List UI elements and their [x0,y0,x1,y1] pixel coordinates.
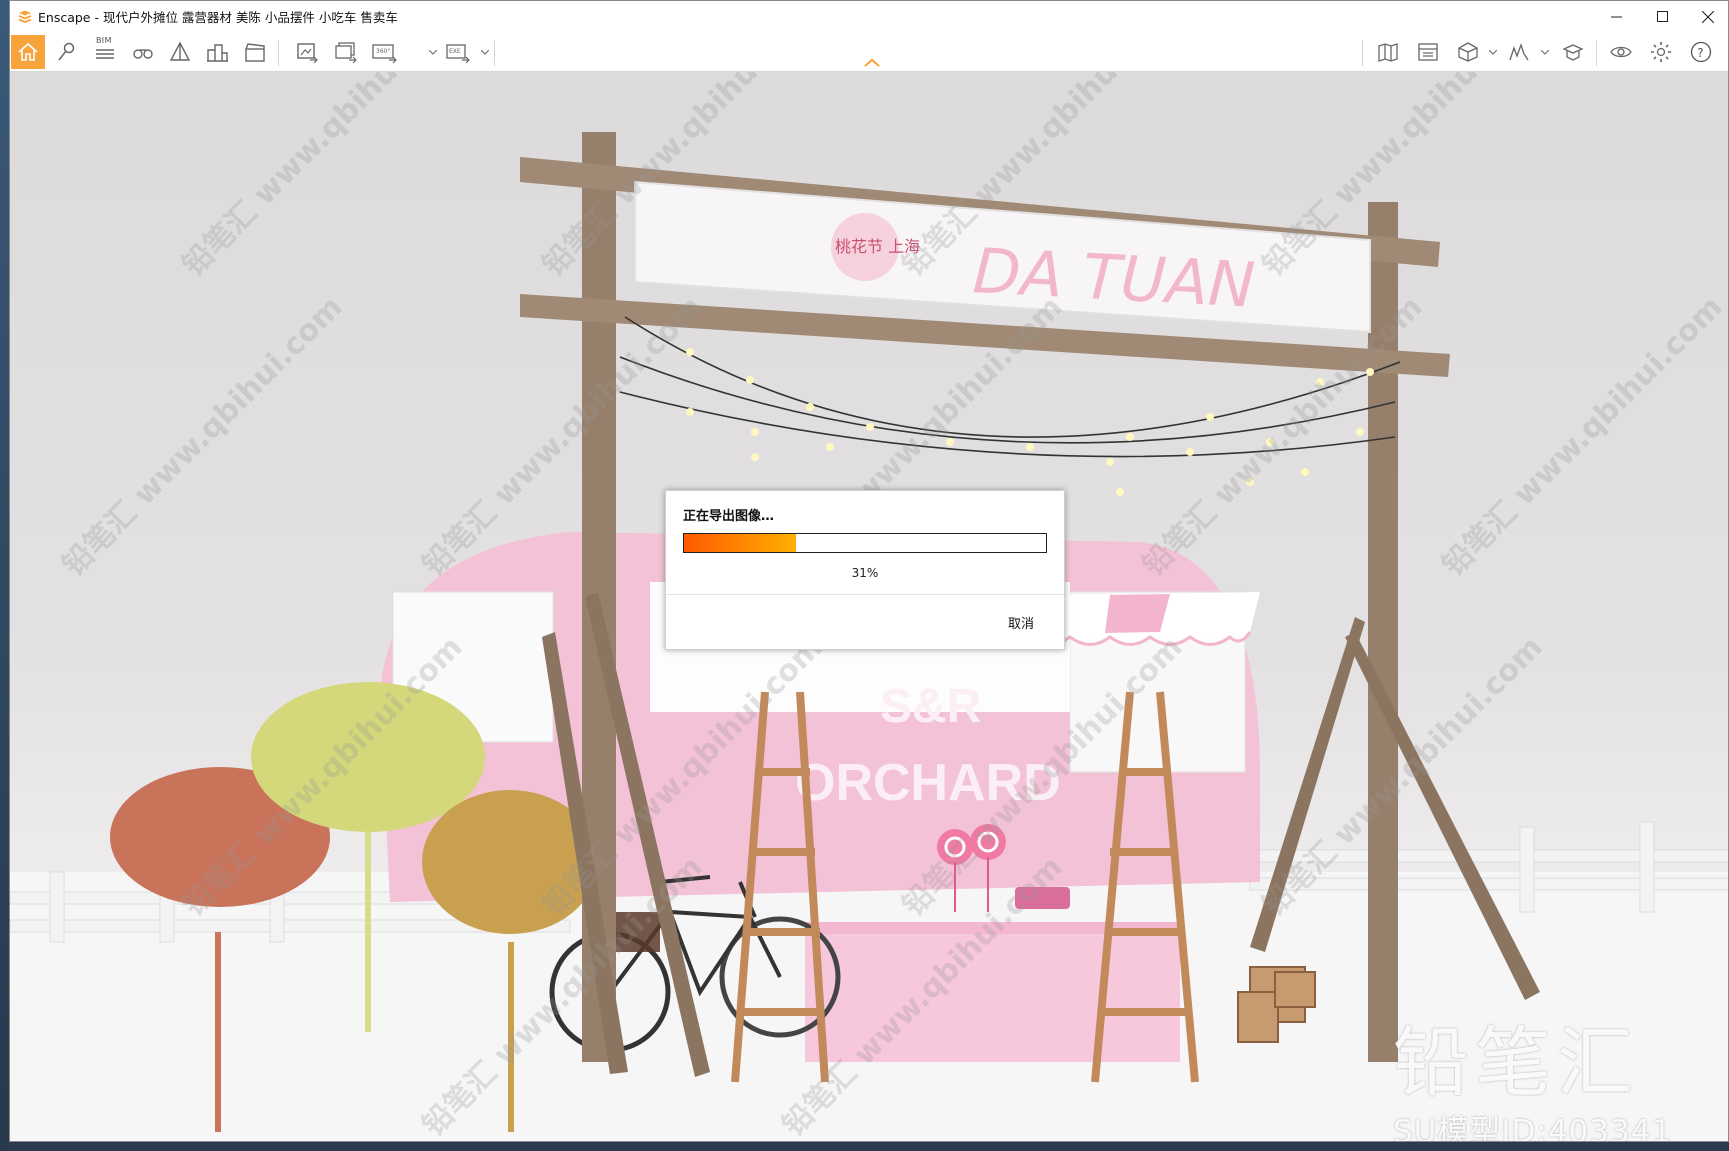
svg-text:360°: 360° [376,48,390,55]
bike-basket [615,912,660,952]
window-title: Enscape - 现代户外摊位 露营器材 美陈 小品摆件 小吃车 售卖车 [38,10,398,25]
toolbar-separator [494,40,495,66]
bim-button[interactable] [88,35,122,69]
location-pin-icon [58,42,75,61]
progress-percent-label: 31% [851,566,879,580]
chevron-down-icon [429,50,437,55]
collapse-toolbar-icon[interactable] [863,57,881,69]
minimize-icon [1610,16,1622,18]
render-viewport[interactable]: S&R ORCHARD 桃花节 上海 DA TUAN 铅笔汇 www.qbihu… [10,72,1728,1142]
panorama-export-button[interactable]: 360° [368,35,402,69]
chevron-down-icon [1489,50,1497,55]
pink-counter [805,922,1180,1062]
light-bulbs [686,348,1374,496]
progress-fill [684,534,797,552]
toolbar-separator [1362,40,1363,66]
settings-gear-icon [1651,42,1671,62]
panorama-360-icon: 360° [372,44,397,64]
settings-button[interactable] [1644,35,1678,69]
asset-library-button[interactable] [1411,35,1445,69]
camera-icon [1562,44,1584,61]
truck-text-2: ORCHARD [795,754,1061,812]
bim-list-icon [96,49,114,59]
export-image-button[interactable] [290,35,324,69]
brand-name: 铅笔汇 [1393,1018,1639,1107]
help-icon: ? [1690,41,1712,63]
cube-dropdown-caret[interactable] [1488,48,1498,58]
export-progress-bar [683,533,1047,553]
brand-watermark: 铅笔汇 SU模型ID:403341 [1393,1022,1693,1142]
help-button[interactable]: ? [1684,35,1718,69]
export-image-icon [297,43,318,64]
close-icon [1702,10,1714,23]
chevron-down-icon [481,50,489,55]
close-button[interactable] [1685,1,1728,32]
camera-button[interactable] [1556,35,1590,69]
perspective-icon [169,41,191,61]
maximize-icon [1656,11,1668,22]
desktop-background [0,0,9,1151]
map-icon [1378,43,1398,62]
atmosphere-button[interactable] [1502,35,1536,69]
atmosphere-icon [1509,43,1529,61]
sign-logo: 桃花节 上海 [835,237,920,256]
exe-export-button[interactable]: EXE [442,35,476,69]
exe-dropdown-caret[interactable] [480,48,490,58]
panorama-dropdown-caret[interactable] [428,48,438,58]
map-button[interactable] [1371,35,1405,69]
chevron-down-icon [1541,50,1549,55]
binoculars-button[interactable] [126,35,160,69]
enscape-window: Enscape - 现代户外摊位 露营器材 美陈 小品摆件 小吃车 售卖车 BI… [9,0,1729,1142]
home-button[interactable] [11,35,45,69]
model-id-text: SU模型ID:403341 [1393,1114,1673,1142]
title-bar: Enscape - 现代户外摊位 露营器材 美陈 小品摆件 小吃车 售卖车 [10,1,1728,32]
export-progress-dialog: 正在导出图像… 31% 取消 [665,490,1065,650]
cube-view-icon [1458,42,1478,62]
sign-text: DA TUAN [971,234,1256,322]
buildings-button[interactable] [200,35,234,69]
atmosphere-dropdown-caret[interactable] [1540,48,1550,58]
home-icon [18,42,38,61]
visual-settings-icon [1610,46,1632,58]
asset-library-icon [1418,43,1438,61]
dialog-title: 正在导出图像… [683,509,775,524]
minimize-button[interactable] [1593,1,1639,32]
video-clapper-icon [245,43,265,62]
buildings-icon [207,44,228,62]
binoculars-icon [133,49,153,59]
cube-view-button[interactable] [1451,35,1485,69]
exe-export-icon: EXE [446,44,470,64]
enscape-logo-icon [18,10,32,23]
cancel-button[interactable]: 取消 [1008,613,1034,632]
toolbar-separator [1596,40,1597,66]
truck-text-1: S&R [880,680,981,733]
toolbar-separator [278,40,279,66]
batch-export-icon [335,42,357,64]
svg-text:?: ? [1697,46,1703,60]
video-editor-button[interactable] [238,35,272,69]
maximize-button[interactable] [1639,1,1685,32]
batch-export-button[interactable] [329,35,363,69]
visual-settings-button[interactable] [1604,35,1638,69]
views-button[interactable] [50,35,84,69]
svg-text:EXE: EXE [449,48,461,55]
perspective-button[interactable] [163,35,197,69]
dialog-divider [666,594,1064,595]
